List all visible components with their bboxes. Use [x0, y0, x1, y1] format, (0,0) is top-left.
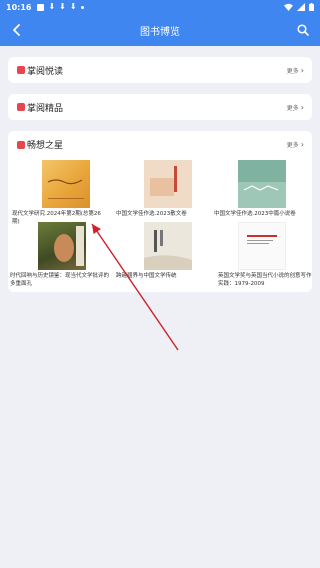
- chevron-right-icon: ›: [300, 65, 304, 75]
- chevron-right-icon: ›: [300, 102, 304, 112]
- book-cover: [238, 160, 286, 208]
- book-title: 英国文学奖与英国当代小说的创意写作实践：1979-2009: [218, 273, 312, 287]
- wifi-icon: [284, 3, 293, 11]
- more-label: 更多: [286, 104, 299, 112]
- status-time: 10:16: [6, 2, 32, 12]
- book-cover-art: [150, 166, 177, 196]
- more-button[interactable]: 更多 ›: [287, 66, 304, 75]
- section-marker-icon: [17, 66, 25, 74]
- section-marker-icon: [17, 103, 25, 111]
- more-button[interactable]: 更多 ›: [287, 140, 304, 149]
- more-notifications-icon: [80, 5, 84, 9]
- download-notification-icon: ⬇: [69, 2, 77, 11]
- search-icon: [297, 24, 309, 36]
- gallery-notification-icon: [37, 3, 45, 11]
- section-zhangyue-jingpin: 掌阅精品 更多 ›: [8, 94, 312, 120]
- book-cover: [144, 222, 192, 270]
- battery-icon: [309, 3, 314, 11]
- signal-icon: [297, 3, 305, 11]
- section-title: 掌阅悦读: [27, 66, 64, 77]
- book-cover-art: [144, 230, 192, 270]
- book-cover-art: [47, 179, 84, 199]
- book-cover: [144, 160, 192, 208]
- book-grid: 现代文学研究.2024年第2期(总第26期) 中国文学佳作选.2023散文卷 中…: [8, 158, 312, 304]
- page-title: 图书博览: [140, 26, 180, 38]
- book-cover-art: [54, 226, 84, 266]
- book-title: 中国文学佳作选.2023中篇小说卷: [214, 211, 296, 217]
- book-cover-art: [247, 235, 277, 244]
- book-cover: [42, 160, 90, 208]
- book-title: 时代回响与历史镜鉴：现当代文学批评的多重面孔: [10, 273, 110, 287]
- more-label: 更多: [286, 67, 299, 75]
- book-cover: [38, 222, 86, 270]
- download-notification-icon: ⬇: [59, 2, 66, 11]
- section-marker-icon: [17, 140, 25, 149]
- section-title: 掌阅精品: [27, 103, 64, 114]
- more-button[interactable]: 更多 ›: [287, 103, 304, 112]
- app-bar: 图书博览: [0, 14, 320, 46]
- status-bar: 10:16 ⬇ ⬇ ⬇: [0, 0, 320, 14]
- book-title: 跨越疆界与中国文学传统: [116, 273, 177, 279]
- back-arrow-icon: [13, 24, 20, 36]
- download-notification-icon: ⬇: [48, 2, 56, 11]
- section-zhangyue-yuedu: 掌阅悦读 更多 ›: [8, 57, 312, 83]
- more-label: 更多: [286, 142, 299, 149]
- book-cover-art: [238, 160, 286, 191]
- chevron-right-icon: ›: [300, 140, 304, 149]
- search-button[interactable]: [294, 21, 312, 39]
- book-cover: [238, 222, 286, 270]
- back-button[interactable]: [8, 21, 26, 39]
- section-title: 畅想之星: [27, 141, 64, 151]
- section-changxiang-zhixing: 畅想之星 更多 › 现代文学研究.2024年第2期(总第26期) 中国文学佳作选.…: [8, 131, 312, 292]
- book-title: 中国文学佳作选.2023散文卷: [116, 211, 187, 217]
